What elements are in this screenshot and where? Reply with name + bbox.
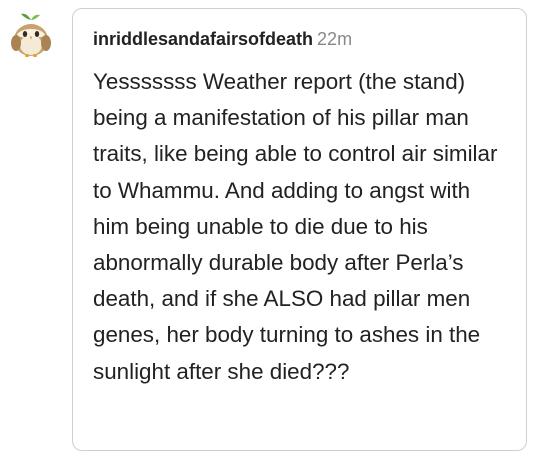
timestamp: 22m — [317, 29, 353, 49]
username[interactable]: inriddlesandafairsofdeath — [93, 29, 313, 49]
owl-avatar-icon — [11, 13, 51, 57]
message-text: Yesssssss Weather report (the stand) bei… — [93, 69, 498, 384]
avatar[interactable] — [4, 8, 58, 62]
message-header: inriddlesandafairsofdeath 22m — [93, 27, 352, 51]
message-bubble: inriddlesandafairsofdeath 22m Yesssssss W… — [72, 8, 527, 451]
